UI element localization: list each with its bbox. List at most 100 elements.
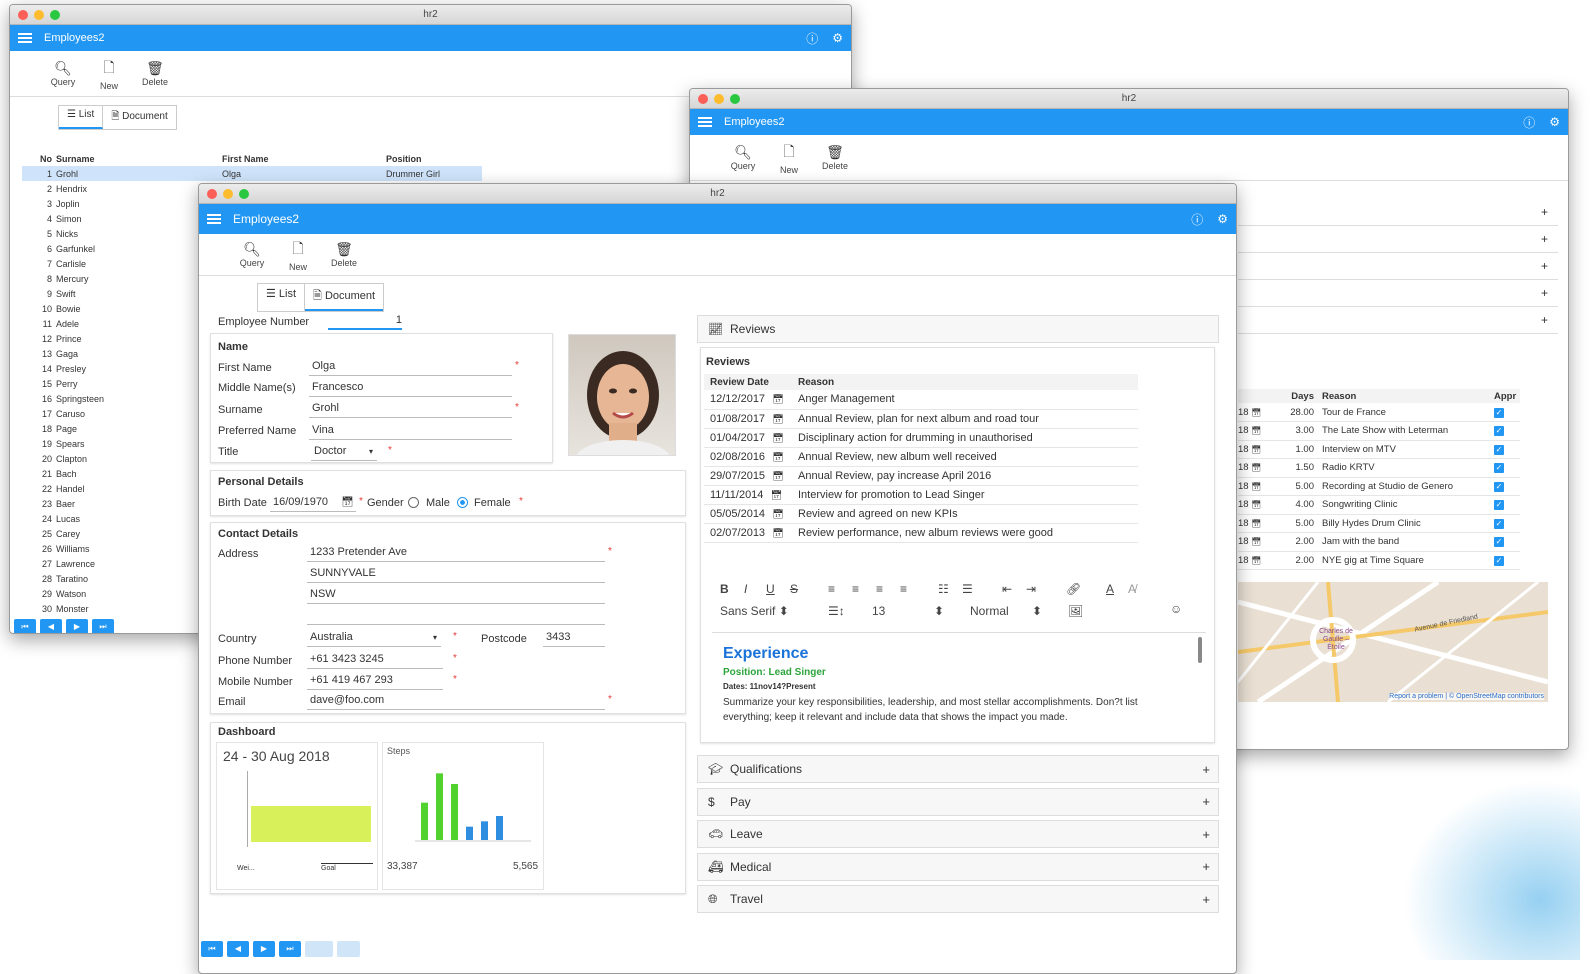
table-row[interactable]: 05/05/2014 📅︎ Review and agreed on new KP… (704, 504, 1138, 524)
approved-checkbox[interactable]: ✓ (1494, 533, 1520, 552)
accordion-item-qualifications[interactable]: 🎓︎ Qualifications + (697, 755, 1219, 783)
style-select[interactable]: Normal (970, 604, 1009, 618)
approved-checkbox[interactable]: ✓ (1494, 440, 1520, 459)
cell-date[interactable]: 18 📅︎ (1238, 551, 1268, 570)
surname-field[interactable]: Grohl (309, 401, 512, 418)
info-icon[interactable]: ⓘ (1523, 114, 1535, 131)
table-row[interactable]: 18 📅︎ 5.00 Billy Hydes Drum Clinic ✓ (1238, 514, 1520, 533)
approved-checkbox[interactable]: ✓ (1494, 477, 1520, 496)
bullet-list-icon[interactable]: ☰ (962, 582, 973, 596)
calendar-icon[interactable]: 📅︎ (770, 490, 781, 500)
cell-review-date[interactable]: 11/11/2014 📅︎ (704, 485, 792, 505)
text-color-icon[interactable]: A (1106, 582, 1114, 596)
plus-icon[interactable]: + (1202, 827, 1210, 842)
gear-icon[interactable]: ⚙ (1549, 115, 1560, 129)
link-icon[interactable]: 🔗︎ (1066, 582, 1081, 596)
last-record-button[interactable]: ⏭ (92, 619, 114, 633)
phone-field[interactable]: +61 3423 3245 (307, 652, 443, 669)
close-button[interactable] (207, 189, 217, 199)
cell-date[interactable]: 18 📅︎ (1238, 514, 1268, 533)
italic-button[interactable]: I (744, 582, 747, 596)
gear-icon[interactable]: ⚙ (1217, 212, 1228, 226)
approved-checkbox[interactable]: ✓ (1494, 459, 1520, 478)
first-record-button[interactable]: ⏮ (201, 941, 223, 957)
close-button[interactable] (18, 10, 28, 20)
table-row[interactable]: 01/04/2017 📅︎ Disciplinary action for dru… (704, 428, 1138, 448)
info-icon[interactable]: ⓘ (806, 30, 818, 47)
cell-date[interactable]: 18 📅︎ (1238, 459, 1268, 478)
employee-number-field[interactable]: 1 (328, 313, 402, 330)
table-row[interactable]: 18 📅︎ 1.00 Interview on MTV ✓ (1238, 440, 1520, 459)
mobile-field[interactable]: +61 419 467 293 (307, 673, 443, 690)
col-first[interactable]: First Name (222, 152, 386, 166)
cell-date[interactable]: 18 📅︎ (1238, 422, 1268, 441)
panel-header[interactable]: + (1238, 226, 1558, 253)
maximize-button[interactable] (730, 94, 740, 104)
plus-icon[interactable]: + (1202, 892, 1210, 907)
calendar-icon[interactable]: 📅︎ (1251, 463, 1261, 472)
cell-date[interactable]: 18 📅︎ (1238, 533, 1268, 552)
col-review-reason[interactable]: Reason (792, 374, 1138, 390)
calendar-icon[interactable]: 📅︎ (1251, 408, 1261, 417)
reviews-panel-header[interactable]: 📈︎ Reviews (697, 315, 1219, 343)
panel-header[interactable]: + (1238, 307, 1558, 334)
maximize-button[interactable] (50, 10, 60, 20)
menu-icon[interactable] (698, 117, 712, 127)
calendar-icon[interactable]: 📅︎ (1251, 519, 1261, 528)
address-line4-field[interactable] (307, 608, 605, 625)
approved-checkbox[interactable]: ✓ (1494, 422, 1520, 441)
query-button[interactable]: 🔍︎ Query (229, 241, 275, 268)
calendar-icon[interactable]: 📅︎ (1251, 537, 1261, 546)
table-row[interactable]: 18 📅︎ 4.00 Songwriting Clinic ✓ (1238, 496, 1520, 515)
first-name-field[interactable]: Olga (309, 359, 512, 376)
cell-review-date[interactable]: 05/05/2014 📅︎ (704, 504, 792, 524)
birth-date-field[interactable]: 16/09/1970 📅︎ (270, 495, 356, 512)
title-select[interactable]: Doctor ▾ (311, 444, 377, 461)
align-center-icon[interactable]: ≡ (852, 582, 859, 596)
approved-checkbox[interactable]: ✓ (1494, 496, 1520, 515)
accordion-item-travel[interactable]: 🌐︎ Travel + (697, 885, 1219, 913)
delete-button[interactable]: 🗑 Delete (132, 60, 178, 87)
cell-review-date[interactable]: 01/04/2017 📅︎ (704, 428, 792, 448)
table-row[interactable]: 12/12/2017 📅︎ Anger Management (704, 390, 1138, 410)
col-approved[interactable]: Appr (1494, 389, 1520, 403)
table-row[interactable]: 18 📅︎ 1.50 Radio KRTV ✓ (1238, 459, 1520, 478)
table-row[interactable]: 18 📅︎ 5.00 Recording at Studio de Genero ✓ (1238, 477, 1520, 496)
cell-review-date[interactable]: 02/07/2013 📅︎ (704, 523, 792, 543)
menu-icon[interactable] (18, 33, 32, 43)
accordion-item-pay[interactable]: $ Pay + (697, 787, 1219, 816)
next-record-button[interactable]: ▶ (66, 619, 88, 633)
minimize-button[interactable] (223, 189, 233, 199)
delete-button[interactable]: 🗑 Delete (812, 144, 858, 171)
address-line1-field[interactable]: 1233 Pretender Ave (307, 545, 605, 562)
country-select[interactable]: Australia ▾ (307, 630, 441, 647)
table-row[interactable]: 02/07/2013 📅︎ Review performance, new alb… (704, 523, 1138, 543)
cell-review-date[interactable]: 01/08/2017 📅︎ (704, 409, 792, 429)
emoji-icon[interactable]: ☺ (1170, 602, 1182, 616)
clear-format-icon[interactable]: A̸ (1128, 582, 1136, 596)
calendar-icon[interactable]: 📅︎ (772, 433, 783, 443)
table-row[interactable]: 18 📅︎ 28.00 Tour de France ✓ (1238, 403, 1520, 422)
calendar-icon[interactable]: 📅︎ (1251, 482, 1261, 491)
table-row[interactable]: 01/08/2017 📅︎ Annual Review, plan for nex… (704, 409, 1138, 429)
cell-date[interactable]: 18 📅︎ (1238, 403, 1268, 422)
address-line2-field[interactable]: SUNNYVALE (307, 566, 605, 583)
align-right-icon[interactable]: ≡ (876, 582, 883, 596)
calendar-icon[interactable]: 📅︎ (772, 452, 783, 462)
image-icon[interactable]: 🖼︎ (1068, 604, 1083, 618)
minimize-button[interactable] (714, 94, 724, 104)
calendar-icon[interactable]: 📅︎ (341, 495, 354, 510)
close-button[interactable] (698, 94, 708, 104)
chevron-updown-icon[interactable]: ⬍ (934, 604, 944, 618)
line-height-icon[interactable]: ☰↕ (828, 604, 845, 618)
tab-list[interactable]: ☰ List (59, 106, 104, 129)
preferred-name-field[interactable]: Vina (309, 423, 512, 440)
table-row[interactable]: 02/08/2016 📅︎ Annual Review, new album we… (704, 447, 1138, 467)
first-record-button[interactable]: ⏮ (14, 619, 36, 633)
col-position[interactable]: Position (386, 152, 482, 166)
gear-icon[interactable]: ⚙ (832, 31, 843, 45)
calendar-icon[interactable]: 📅︎ (772, 471, 783, 481)
prev-record-button[interactable]: ◀ (227, 941, 249, 957)
accordion-item-medical[interactable]: 🚑︎ Medical + (697, 852, 1219, 881)
calendar-icon[interactable]: 📅︎ (772, 394, 783, 404)
